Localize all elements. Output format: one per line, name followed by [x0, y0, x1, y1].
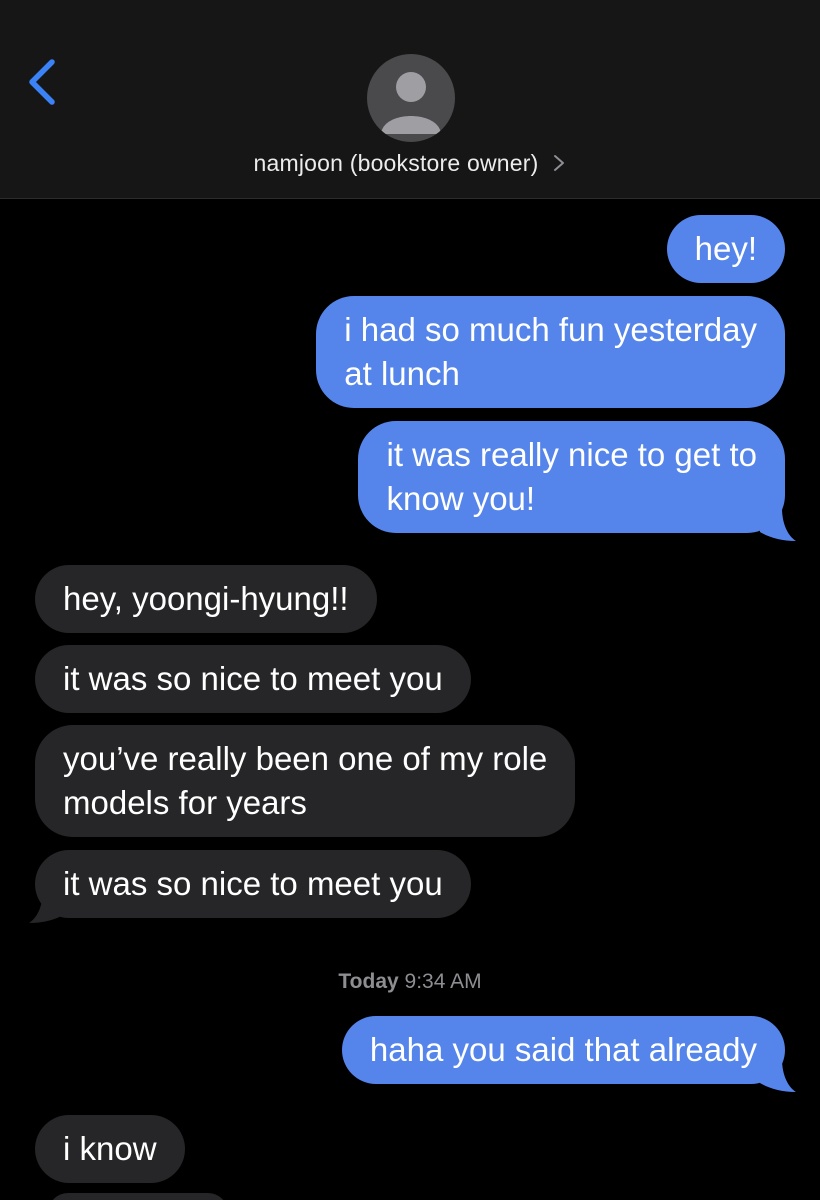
received-bubble-tail — [29, 890, 65, 923]
message-line: it was really nice to get to — [386, 436, 757, 473]
sent-bubble-tail — [760, 1059, 796, 1092]
message-line: at lunch — [344, 355, 460, 392]
message-line: hey! — [694, 230, 757, 267]
sent-message[interactable]: hey! — [666, 215, 785, 283]
message-line: i know — [63, 1130, 157, 1167]
received-message[interactable]: you’ve really been one of my role models… — [35, 725, 576, 837]
received-message[interactable]: i know — [35, 1115, 185, 1183]
chevron-left-icon[interactable] — [22, 52, 66, 112]
message-line: haha you said that already — [369, 1031, 757, 1068]
timestamp-time: 9:34 AM — [404, 970, 482, 993]
message-line: it was so nice to meet you — [63, 660, 443, 697]
message-line: hey, yoongi-hyung!! — [63, 580, 349, 617]
message-line: i had so much fun yesterday — [344, 311, 757, 348]
sent-bubble-tail — [760, 508, 796, 541]
timestamp-day: Today — [338, 970, 399, 993]
sent-message[interactable]: i had so much fun yesterday at lunch — [316, 296, 785, 408]
message-line: know you! — [386, 480, 536, 517]
contact-name[interactable]: namjoon (bookstore owner) — [254, 150, 539, 177]
received-message[interactable]: hey, yoongi-hyung!! — [35, 565, 377, 633]
sent-message[interactable]: it was really nice to get to know you! — [358, 421, 785, 533]
received-message-partial — [48, 1193, 228, 1200]
received-message[interactable]: it was so nice to meet you — [35, 645, 471, 713]
received-message[interactable]: it was so nice to meet you — [35, 850, 471, 918]
chevron-right-icon[interactable] — [552, 153, 566, 173]
timestamp-divider: Today 9:34 AM — [0, 970, 820, 994]
conversation-header: namjoon (bookstore owner) — [0, 0, 820, 199]
message-line: it was so nice to meet you — [63, 865, 443, 902]
person-silhouette-icon — [381, 72, 441, 134]
sent-message[interactable]: haha you said that already — [341, 1016, 785, 1084]
avatar[interactable] — [367, 54, 455, 142]
message-line: you’ve really been one of my role — [63, 740, 548, 777]
contact-title[interactable]: namjoon (bookstore owner) — [0, 146, 820, 180]
message-line: models for years — [63, 784, 307, 821]
